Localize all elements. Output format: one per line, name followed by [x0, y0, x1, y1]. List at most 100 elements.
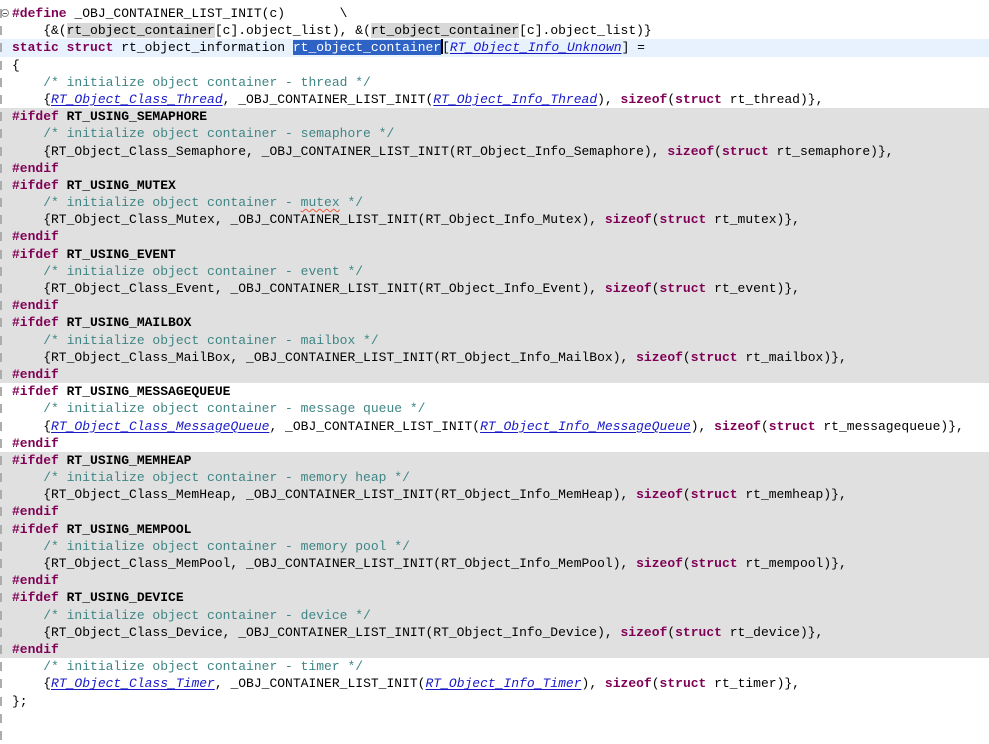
code-line-5[interactable]: /* initialize object container - thread … [0, 74, 989, 91]
code-line-10[interactable]: #endif [0, 160, 989, 177]
code-line-25[interactable]: {RT_Object_Class_MessageQueue, _OBJ_CONT… [0, 418, 989, 435]
code-line-22[interactable]: #endif [0, 366, 989, 383]
gutter-mark [0, 95, 2, 104]
editor-gutter [0, 194, 10, 211]
editor-gutter [0, 314, 10, 331]
code-text: ( [761, 419, 769, 434]
code-line-35[interactable]: #ifdef RT_USING_DEVICE [0, 589, 989, 606]
code-line-40[interactable]: {RT_Object_Class_Timer, _OBJ_CONTAINER_L… [0, 675, 989, 692]
keyword: sizeof [605, 281, 652, 296]
symbol-reference: RT_Object_Info_Timer [425, 676, 581, 691]
gutter-mark [0, 645, 2, 654]
code-line-20[interactable]: /* initialize object container - mailbox… [0, 332, 989, 349]
code-line-8[interactable]: /* initialize object container - semapho… [0, 125, 989, 142]
code-line-39[interactable]: /* initialize object container - timer *… [0, 658, 989, 675]
code-text: ( [652, 212, 660, 227]
code-text: rt_messagequeue)}, [816, 419, 964, 434]
comment: /* initialize object container - event *… [12, 264, 363, 279]
code-line-13[interactable]: {RT_Object_Class_Mutex, _OBJ_CONTAINER_L… [0, 211, 989, 228]
gutter-mark [0, 267, 2, 276]
code-line-16[interactable]: /* initialize object container - event *… [0, 263, 989, 280]
code-line-15[interactable]: #ifdef RT_USING_EVENT [0, 246, 989, 263]
editor-gutter [0, 486, 10, 503]
code-text: rt_event)}, [706, 281, 800, 296]
code-line-6[interactable]: {RT_Object_Class_Thread, _OBJ_CONTAINER_… [0, 91, 989, 108]
code-text: ), [691, 419, 714, 434]
keyword: struct [67, 40, 114, 55]
code-line-42[interactable] [0, 710, 989, 727]
code-text: ( [714, 144, 722, 159]
keyword: struct [691, 350, 738, 365]
gutter-mark [0, 353, 2, 362]
code-line-17[interactable]: {RT_Object_Class_Event, _OBJ_CONTAINER_L… [0, 280, 989, 297]
comment: /* initialize object container - semapho… [12, 126, 394, 141]
code-line-content [10, 727, 989, 744]
editor-gutter [0, 263, 10, 280]
code-line-33[interactable]: {RT_Object_Class_MemPool, _OBJ_CONTAINER… [0, 555, 989, 572]
preprocessor-directive: #endif [12, 504, 59, 519]
keyword: struct [769, 419, 816, 434]
code-line-32[interactable]: /* initialize object container - memory … [0, 538, 989, 555]
code-line-content: {&(rt_object_container[c].object_list), … [10, 22, 989, 39]
preprocessor-directive: #endif [12, 161, 59, 176]
code-line-31[interactable]: #ifdef RT_USING_MEMPOOL [0, 521, 989, 538]
preprocessor-directive: #ifdef [12, 178, 59, 193]
code-line-content: {RT_Object_Class_Device, _OBJ_CONTAINER_… [10, 624, 989, 641]
editor-gutter [0, 177, 10, 194]
gutter-mark [0, 215, 2, 224]
code-line-1[interactable]: #define _OBJ_CONTAINER_LIST_INIT(c) \ [0, 5, 989, 22]
comment: /* initialize object container - timer *… [12, 659, 363, 674]
code-line-21[interactable]: {RT_Object_Class_MailBox, _OBJ_CONTAINER… [0, 349, 989, 366]
code-text: {RT_Object_Class_Device, _OBJ_CONTAINER_… [12, 625, 621, 640]
gutter-mark [0, 439, 2, 448]
editor-gutter [0, 39, 10, 56]
code-line-content: /* initialize object container - event *… [10, 263, 989, 280]
code-line-43[interactable] [0, 727, 989, 744]
code-line-36[interactable]: /* initialize object container - device … [0, 607, 989, 624]
comment: /* initialize object container - thread … [12, 75, 371, 90]
code-editor[interactable]: #define _OBJ_CONTAINER_LIST_INIT(c) \ {&… [0, 0, 989, 719]
selected-text[interactable]: rt_object_container [293, 40, 441, 55]
keyword: struct [660, 212, 707, 227]
code-text: , _OBJ_CONTAINER_LIST_INIT( [223, 92, 434, 107]
code-line-30[interactable]: #endif [0, 503, 989, 520]
preprocessor-directive: #define [12, 6, 67, 21]
editor-gutter [0, 400, 10, 417]
code-text: rt_device)}, [722, 625, 823, 640]
code-text: { [12, 58, 20, 73]
code-line-34[interactable]: #endif [0, 572, 989, 589]
code-line-4[interactable]: { [0, 57, 989, 74]
gutter-mark [0, 181, 2, 190]
preprocessor-directive: #ifdef [12, 522, 59, 537]
gutter-mark [0, 611, 2, 620]
code-line-2[interactable]: {&(rt_object_container[c].object_list), … [0, 22, 989, 39]
code-line-23[interactable]: #ifdef RT_USING_MESSAGEQUEUE [0, 383, 989, 400]
gutter-mark [0, 164, 2, 173]
code-line-37[interactable]: {RT_Object_Class_Device, _OBJ_CONTAINER_… [0, 624, 989, 641]
gutter-mark [0, 78, 2, 87]
code-text: {RT_Object_Class_MemPool, _OBJ_CONTAINER… [12, 556, 636, 571]
code-line-7[interactable]: #ifdef RT_USING_SEMAPHORE [0, 108, 989, 125]
code-line-11[interactable]: #ifdef RT_USING_MUTEX [0, 177, 989, 194]
keyword: sizeof [636, 350, 683, 365]
code-line-27[interactable]: #ifdef RT_USING_MEMHEAP [0, 452, 989, 469]
editor-gutter [0, 91, 10, 108]
code-line-26[interactable]: #endif [0, 435, 989, 452]
code-line-9[interactable]: {RT_Object_Class_Semaphore, _OBJ_CONTAIN… [0, 143, 989, 160]
code-line-12[interactable]: /* initialize object container - mutex *… [0, 194, 989, 211]
gutter-mark [0, 731, 2, 740]
fold-collapse-icon[interactable] [1, 9, 9, 17]
code-line-3[interactable]: static struct rt_object_information rt_o… [0, 39, 989, 56]
code-text: ( [652, 281, 660, 296]
keyword: sizeof [714, 419, 761, 434]
code-line-38[interactable]: #endif [0, 641, 989, 658]
preprocessor-directive: #ifdef [12, 590, 59, 605]
code-line-19[interactable]: #ifdef RT_USING_MAILBOX [0, 314, 989, 331]
code-line-29[interactable]: {RT_Object_Class_MemHeap, _OBJ_CONTAINER… [0, 486, 989, 503]
code-line-28[interactable]: /* initialize object container - memory … [0, 469, 989, 486]
code-line-14[interactable]: #endif [0, 228, 989, 245]
code-line-41[interactable]: }; [0, 693, 989, 710]
gutter-mark [0, 250, 2, 259]
code-line-18[interactable]: #endif [0, 297, 989, 314]
code-line-24[interactable]: /* initialize object container - message… [0, 400, 989, 417]
